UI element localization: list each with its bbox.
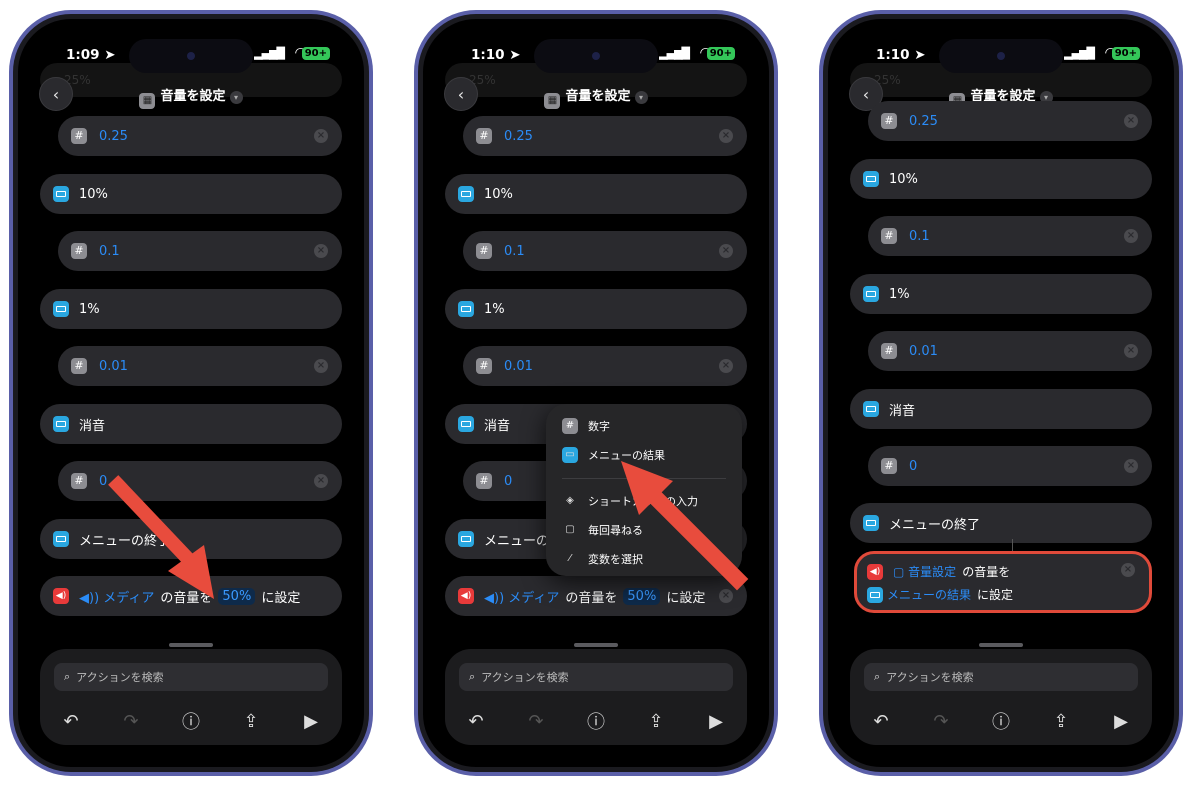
number-row-025[interactable]: #0.25 × — [868, 101, 1152, 141]
number-row-0[interactable]: #0× — [868, 446, 1152, 486]
menu-icon — [863, 401, 879, 417]
search-input[interactable]: ⌕ アクションを検索 — [864, 663, 1138, 691]
phone-3: 25% 1:10 ➤ ▂▄▆█ ◠ 90+ ‹ ▦音量を設定▾ #0.25× 1… — [819, 10, 1183, 776]
info-icon[interactable]: ⓘ — [988, 708, 1014, 734]
menu-item-mute[interactable]: 消音 — [850, 389, 1152, 429]
close-icon[interactable]: × — [1124, 459, 1138, 473]
screen-3: 25% 1:10 ➤ ▂▄▆█ ◠ 90+ ‹ ▦音量を設定▾ #0.25× 1… — [828, 19, 1174, 767]
menu-icon — [867, 586, 883, 603]
number-icon: # — [881, 228, 897, 244]
close-icon[interactable]: × — [1124, 114, 1138, 128]
volume-icon: ◀) — [867, 563, 883, 580]
status-bar: 1:10 ➤ ▂▄▆█ ◠ 90+ — [828, 45, 1174, 65]
menu-item-10[interactable]: 10% — [850, 159, 1152, 199]
menu-icon — [863, 515, 879, 531]
set-volume-action-highlighted[interactable]: ◀) ▢ 音量設定 の音量を メニューの結果 に設定 × — [854, 551, 1152, 613]
close-icon[interactable]: × — [1124, 344, 1138, 358]
menu-end-row[interactable]: メニューの終了 — [850, 503, 1152, 543]
undo-icon[interactable]: ↶ — [868, 711, 894, 732]
connector-line — [1012, 539, 1013, 551]
status-time: 1:10 ➤ — [876, 47, 926, 63]
action-panel: ⌕ アクションを検索 ↶ ↷ ⓘ ⇪ ▶ — [850, 643, 1152, 745]
number-icon: # — [881, 113, 897, 129]
menu-icon — [863, 171, 879, 187]
menu-result-parameter[interactable]: メニューの結果 — [887, 586, 971, 603]
phone-2: 25% 1:10 ➤ ▂▄▆█ ◠ 90+ ‹ ▦ 音量を設定 ▾ #0.25 × 1… — [414, 10, 778, 776]
close-icon[interactable]: × — [1124, 229, 1138, 243]
redo-icon[interactable]: ↷ — [928, 711, 954, 732]
grab-handle[interactable] — [979, 643, 1023, 647]
cellular-signal-icon: ▂▄▆█ — [1064, 47, 1095, 60]
screen-1: 25% 1:09 ➤ ▂▄▆█ ◠ 90+ ‹ ▦ 音量を設定 ▾ #0.25 × 1… — [18, 19, 364, 767]
battery-badge: 90+ — [1111, 47, 1140, 60]
search-icon: ⌕ — [874, 670, 881, 683]
toolbar: ↶ ↷ ⓘ ⇪ ▶ — [868, 708, 1134, 734]
number-row-001[interactable]: #0.01 × — [868, 331, 1152, 371]
play-icon[interactable]: ▶ — [1108, 711, 1134, 732]
red-arrow-annotation — [621, 461, 749, 591]
menu-icon — [863, 286, 879, 302]
screen-2: 25% 1:10 ➤ ▂▄▆█ ◠ 90+ ‹ ▦ 音量を設定 ▾ #0.25 × 1… — [423, 19, 769, 767]
number-icon: # — [881, 458, 897, 474]
number-icon: # — [881, 343, 897, 359]
phone-1: 25% 1:09 ➤ ▂▄▆█ ◠ 90+ ‹ ▦ 音量を設定 ▾ #0.25 × 1… — [9, 10, 373, 776]
number-row-01[interactable]: #0.1 × — [868, 216, 1152, 256]
menu-item-1[interactable]: 1% — [850, 274, 1152, 314]
speech-bubble-icon: ▢ — [893, 565, 905, 579]
close-icon[interactable]: × — [1121, 563, 1135, 577]
location-arrow-icon: ➤ — [914, 47, 926, 63]
red-arrow-annotation — [108, 475, 214, 599]
volume-setting-parameter[interactable]: ▢ 音量設定 — [893, 563, 956, 580]
share-icon[interactable]: ⇪ — [1048, 711, 1074, 732]
